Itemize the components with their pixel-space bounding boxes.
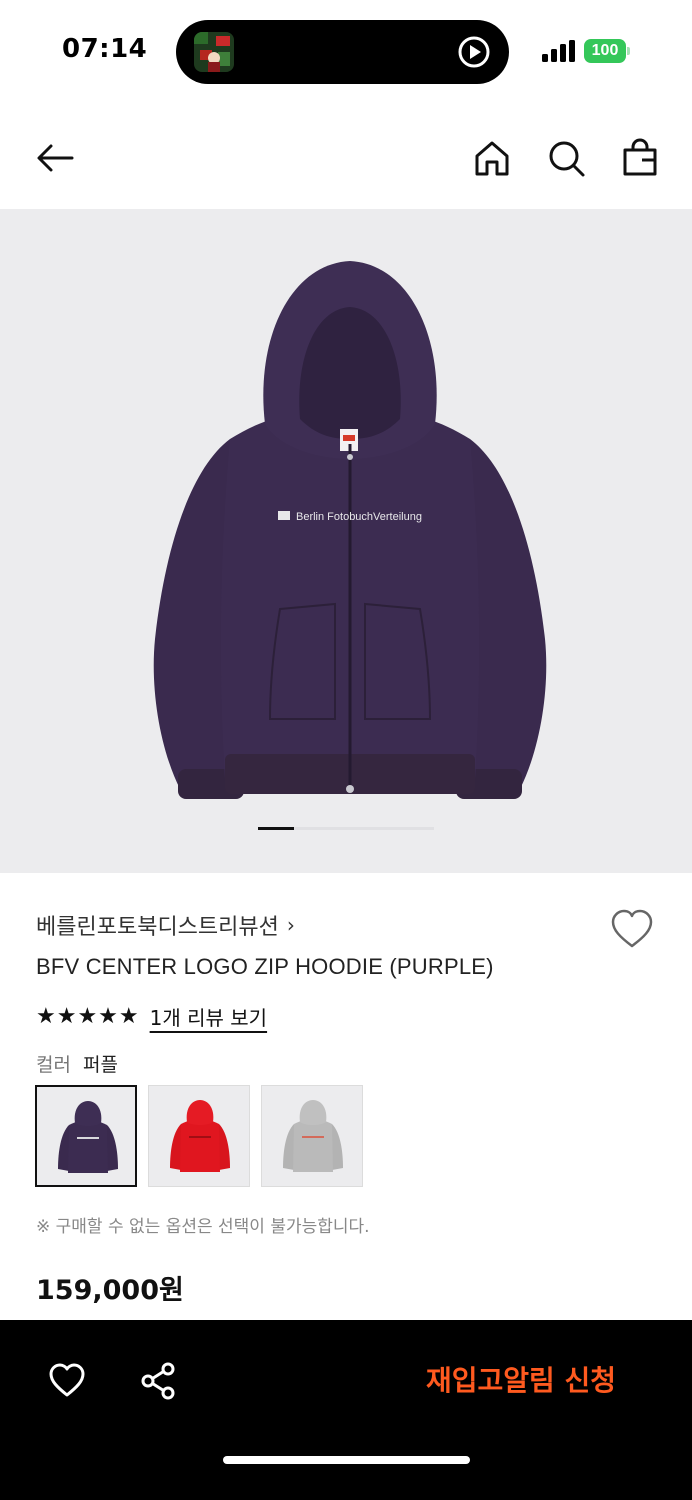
image-pager [258, 827, 434, 830]
chevron-right-icon: › [286, 913, 295, 937]
status-bar: 07:14 100 [0, 0, 692, 100]
shopping-bag-icon[interactable] [620, 138, 660, 178]
option-note: ※ 구매할 수 없는 옵션은 선택이 불가능합니다. [36, 1217, 370, 1237]
rating-row: ★★★★★ 1개 리뷰 보기 [36, 1000, 267, 1032]
home-indicator[interactable] [223, 1456, 470, 1464]
cellular-signal-icon [542, 40, 575, 62]
pager-active-indicator [258, 827, 294, 830]
heart-outline-icon[interactable] [48, 1362, 86, 1398]
hoodie-print-text: Berlin FotobuchVerteilung [296, 511, 422, 523]
battery-level: 100 [591, 42, 619, 59]
app-header [0, 110, 692, 206]
share-icon[interactable] [140, 1362, 176, 1400]
star-rating-icons: ★★★★★ [36, 1003, 140, 1029]
dynamic-island[interactable] [176, 20, 509, 84]
home-icon[interactable] [472, 138, 512, 178]
color-label: 컬러 [36, 1054, 71, 1076]
now-playing-thumbnail [194, 32, 234, 72]
hoodie-thumbnail-icon [283, 1100, 343, 1172]
color-swatch-gray[interactable] [261, 1085, 363, 1187]
hoodie-thumbnail-icon [58, 1101, 118, 1173]
play-icon[interactable] [457, 35, 491, 69]
product-image-hoodie: Berlin FotobuchVerteilung [153, 261, 547, 799]
color-value: 퍼플 [82, 1054, 118, 1076]
heart-outline-icon[interactable] [610, 908, 654, 950]
color-swatch-purple[interactable] [35, 1085, 137, 1187]
search-icon[interactable] [546, 138, 586, 178]
battery-icon: 100 [584, 39, 630, 63]
brand-name: 베를린포토북디스트리뷰션 [36, 915, 279, 940]
pager-track [294, 827, 434, 830]
hoodie-thumbnail-icon [170, 1100, 230, 1172]
brand-link[interactable]: 베를린포토북디스트리뷰션 › [36, 908, 295, 942]
color-option-row: 컬러 퍼플 [36, 1050, 118, 1077]
product-price: 159,000원 [36, 1275, 184, 1306]
review-link[interactable]: 1개 리뷰 보기 [150, 1002, 267, 1031]
battery-nub [627, 47, 630, 55]
status-time: 07:14 [62, 34, 148, 64]
product-image-gallery[interactable]: Berlin FotobuchVerteilung [0, 209, 692, 873]
restock-alert-button[interactable]: 재입고알림 신청 [400, 1358, 642, 1404]
back-arrow-icon[interactable] [34, 138, 74, 178]
color-swatch-red[interactable] [148, 1085, 250, 1187]
product-title: BFV CENTER LOGO ZIP HOODIE (PURPLE) [36, 954, 494, 979]
bottom-action-bar: 재입고알림 신청 [0, 1320, 692, 1500]
